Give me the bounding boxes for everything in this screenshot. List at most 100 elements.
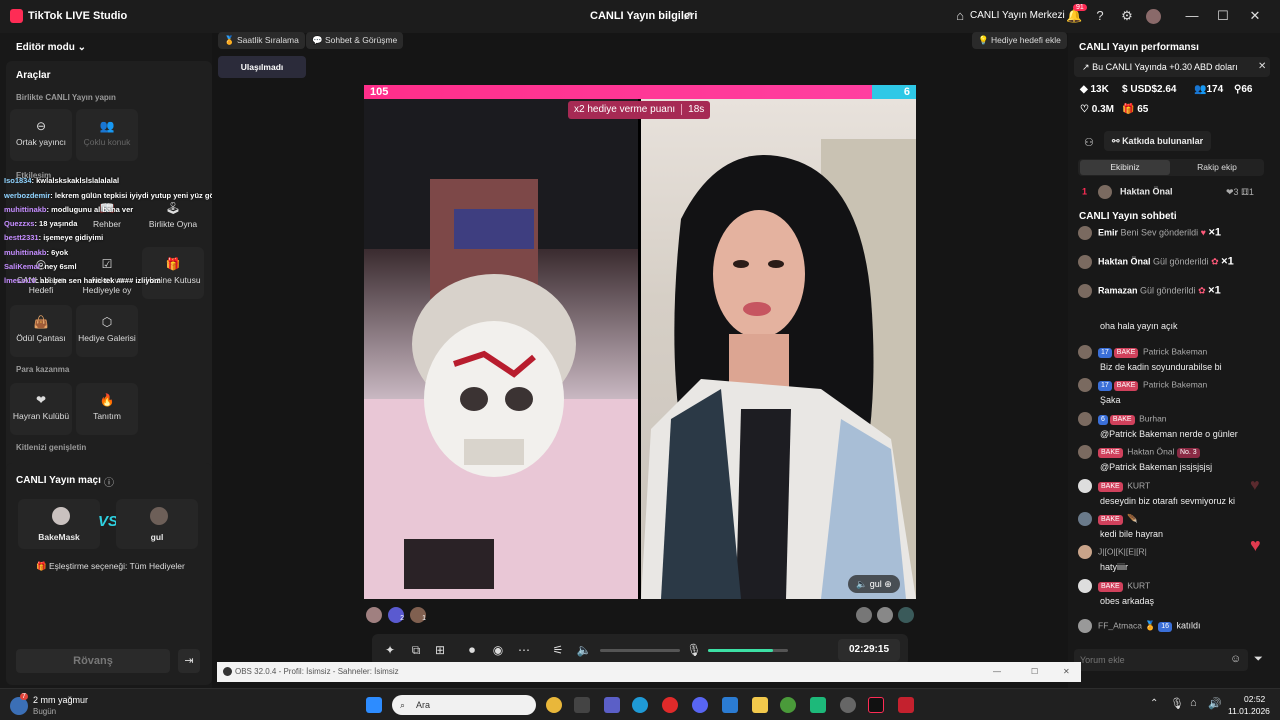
chrome-profile-icon[interactable] xyxy=(780,697,796,713)
joiner-name: FF_Atmaca xyxy=(1098,620,1142,631)
minimize-icon[interactable]: — xyxy=(1184,8,1200,24)
treasure-tool[interactable]: 🎁 Hazine Kutusu xyxy=(142,247,204,299)
obs-app-icon[interactable] xyxy=(840,697,856,713)
magic-wand-icon[interactable]: ✦ xyxy=(382,642,398,658)
terminal-icon[interactable] xyxy=(574,697,590,713)
stream-duration: 02:29:15 xyxy=(838,639,900,661)
left-panel: Editör modu ⌄ Araçlar Birlikte CANLI Yay… xyxy=(0,33,247,688)
match-option[interactable]: 🎁 Eşleştirme seçeneği: Tüm Hediyeler xyxy=(36,561,185,572)
rival-viewer-avatar[interactable] xyxy=(898,607,914,623)
info-icon[interactable]: ⓘ xyxy=(104,474,114,489)
tray-chevron-icon[interactable]: ⌃ xyxy=(1150,698,1158,709)
fan-club-tool[interactable]: ❤ Hayran Kulübü xyxy=(10,383,72,435)
teams-icon[interactable] xyxy=(604,697,620,713)
camera-switch-icon[interactable]: ◉ xyxy=(490,642,506,658)
filter-icon[interactable]: ⏷ xyxy=(1254,653,1263,666)
tab-rival-team[interactable]: Rakip ekip xyxy=(1172,160,1262,175)
hourly-ranking-chip[interactable]: 🏅 Saatlik Sıralama xyxy=(218,32,305,49)
weather-text[interactable]: 2 mm yağmur xyxy=(33,695,88,705)
start-windows-icon[interactable] xyxy=(366,697,382,713)
tray-mic-icon[interactable]: 🎙 xyxy=(1170,697,1184,710)
gear-icon[interactable]: ⚙ xyxy=(1119,8,1135,24)
obs-minimize-icon[interactable]: — xyxy=(993,662,1001,682)
discord-icon[interactable] xyxy=(692,697,708,713)
top-viewer-avatar[interactable]: 2 xyxy=(388,607,404,623)
comment-input[interactable] xyxy=(1080,652,1220,668)
rival-viewer-avatar[interactable] xyxy=(877,607,893,623)
more-icon[interactable]: ⋯ xyxy=(516,642,532,658)
rematch-button[interactable]: Rövanş xyxy=(16,649,170,673)
tiktok-app-icon[interactable] xyxy=(868,697,884,713)
share-icon[interactable]: ↗ xyxy=(680,8,696,24)
exit-match-icon[interactable]: ⇥ xyxy=(178,649,200,673)
invite-icon[interactable]: ⚇ xyxy=(1084,136,1094,149)
ranking-row[interactable]: 1 Haktan Önal ❤3 ⚅1 xyxy=(1082,185,1272,203)
bag-icon: 👜 xyxy=(33,315,49,329)
promote-tool[interactable]: 🔥 Tanıtım xyxy=(76,383,138,435)
obs-window-bar[interactable]: OBS 32.0.4 - Profil: İsimsiz - Sahneler:… xyxy=(217,662,1081,682)
live-center-link[interactable]: CANLI Yayın Merkezi xyxy=(970,10,1065,21)
tray-network-icon[interactable]: ⌂ xyxy=(1190,697,1197,709)
gift-gallery-tool[interactable]: ⬡ Hediye Galerisi xyxy=(76,305,138,357)
top-viewer-avatar[interactable]: 1 xyxy=(410,607,426,623)
speaker-volume-slider[interactable] xyxy=(600,649,680,652)
close-notice-icon[interactable]: ✕ xyxy=(1258,61,1266,72)
obs-close-icon[interactable]: ✕ xyxy=(1063,662,1070,682)
tab-our-team[interactable]: Ekibiniz xyxy=(1080,160,1170,175)
top-viewer-avatar[interactable] xyxy=(366,607,382,623)
record-icon[interactable]: ⏺ xyxy=(464,642,480,658)
play-together-label: Birlikte Oyna xyxy=(148,219,198,229)
clock-date[interactable]: 11.01.2026 xyxy=(1228,706,1270,716)
mic-volume-slider[interactable] xyxy=(708,649,788,652)
chat-message: BAKE 🪶 kedi bile hayran xyxy=(1078,512,1278,539)
windows-taskbar: 7 2 mm yağmur Bugün ⌕ Ara ⌃ 🎙 ⌂ 🔊 02:52 … xyxy=(0,688,1280,720)
performance-title: CANLI Yayın performansı xyxy=(1079,42,1199,53)
obs-maximize-icon[interactable]: ☐ xyxy=(1031,662,1038,682)
game-app-icon[interactable] xyxy=(810,697,826,713)
co-host-label: Ortak yayıncı xyxy=(15,137,67,147)
help-icon[interactable]: ? xyxy=(1092,8,1108,24)
mail-icon[interactable] xyxy=(722,697,738,713)
section-expand[interactable]: Kitlenizi genişletin xyxy=(16,443,86,452)
clock-time[interactable]: 02:52 xyxy=(1244,694,1265,704)
unreached-tab[interactable]: Ulaşılmadı xyxy=(218,56,306,78)
maximize-icon[interactable]: ☐ xyxy=(1215,8,1231,24)
chat-message: oha hala yayın açık xyxy=(1078,321,1278,331)
avatar[interactable] xyxy=(1146,9,1161,24)
comment-input-box[interactable]: ☺ xyxy=(1074,649,1248,671)
multi-guest-tool[interactable]: 👥 Çoklu konuk xyxy=(76,109,138,161)
file-explorer-icon[interactable] xyxy=(752,697,768,713)
gift-text: Gül gönderildi xyxy=(1153,256,1209,267)
gift-count: ×1 xyxy=(1208,284,1221,297)
close-icon[interactable]: ✕ xyxy=(1247,8,1263,24)
fan-club-badge: BAKE xyxy=(1113,348,1139,359)
screen-add-icon[interactable]: ⧉ xyxy=(408,642,424,658)
reward-bag-tool[interactable]: 👜 Ödül Çantası xyxy=(10,305,72,357)
add-icon[interactable]: ⊕ xyxy=(884,579,892,589)
taskbar-search[interactable]: ⌕ Ara xyxy=(392,695,536,715)
poll-tool[interactable]: ☑ Anket ve Hediyeyle oy xyxy=(76,247,138,299)
emoji-icon[interactable]: ☺ xyxy=(1230,653,1241,665)
rival-viewer-avatar[interactable] xyxy=(856,607,872,623)
edge-icon[interactable] xyxy=(632,697,648,713)
guest-label-pill[interactable]: 🔈 gul ⊕ xyxy=(848,575,900,593)
home-icon[interactable]: ⌂ xyxy=(952,8,968,24)
tools-panel: Araçlar Birlikte CANLI Yayın yapın ⊖ Ort… xyxy=(6,61,212,485)
settings-sliders-icon[interactable]: ⚟ xyxy=(550,642,566,658)
opera-icon[interactable] xyxy=(662,697,678,713)
co-host-tool[interactable]: ⊖ Ortak yayıncı xyxy=(10,109,72,161)
obs-logo-icon xyxy=(223,667,232,676)
contributors-button[interactable]: ⚯ Katkıda bulunanlar xyxy=(1104,131,1212,151)
gift-goal-chip[interactable]: 💡 Hediye hedefi ekle xyxy=(972,32,1067,49)
chrome-icon[interactable] xyxy=(546,697,562,713)
diamond-stat: ◆ 13K xyxy=(1080,84,1109,95)
editor-mode-dropdown[interactable]: Editör modu ⌄ xyxy=(16,42,86,53)
chat-message: BAKE KURT deseydin biz otarafı sevmiyoru… xyxy=(1078,479,1278,506)
layout-icon[interactable]: ⊞ xyxy=(432,642,448,658)
speaker-volume-icon[interactable]: 🔈 xyxy=(576,642,592,658)
chat-call-chip[interactable]: 💬 Sohbet & Görüşme xyxy=(306,32,404,49)
microphone-icon[interactable]: 🎙 xyxy=(686,642,702,658)
youtube-icon[interactable] xyxy=(898,697,914,713)
overlay-chat-line: lmessi10: abi ben sen haric tek #### izl… xyxy=(4,276,161,285)
tray-volume-icon[interactable]: 🔊 xyxy=(1208,697,1222,710)
